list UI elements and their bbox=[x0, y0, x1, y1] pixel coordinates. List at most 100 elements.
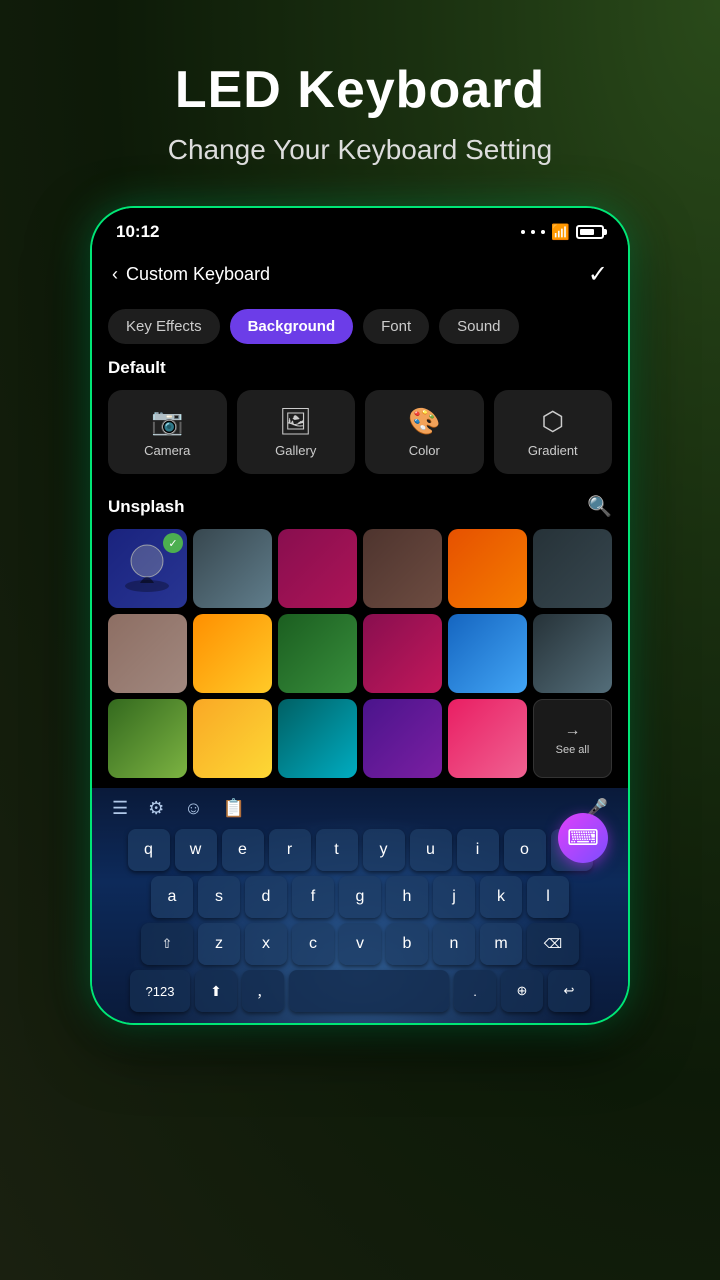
image-cell-15[interactable] bbox=[278, 699, 357, 778]
emoji-icon[interactable]: ☺ bbox=[184, 798, 202, 819]
key-r[interactable]: r bbox=[269, 829, 311, 871]
key-n[interactable]: n bbox=[433, 923, 475, 965]
image-11 bbox=[448, 614, 527, 693]
key-z[interactable]: z bbox=[198, 923, 240, 965]
key-delete[interactable]: ⌫ bbox=[527, 923, 579, 965]
fab-icon: ⌨ bbox=[567, 825, 599, 851]
image-cell-7[interactable] bbox=[108, 614, 187, 693]
key-space[interactable] bbox=[289, 970, 449, 1012]
key-d[interactable]: d bbox=[245, 876, 287, 918]
back-button[interactable]: ‹ Custom Keyboard bbox=[112, 264, 270, 285]
tab-font[interactable]: Font bbox=[363, 309, 429, 344]
default-item-camera[interactable]: 📷 Camera bbox=[108, 390, 227, 474]
see-all-button[interactable]: → See all bbox=[533, 699, 612, 778]
key-u[interactable]: u bbox=[410, 829, 452, 871]
key-m[interactable]: m bbox=[480, 923, 522, 965]
key-numbers[interactable]: ?123 bbox=[130, 970, 190, 1012]
image-cell-17[interactable] bbox=[448, 699, 527, 778]
image-cell-12[interactable] bbox=[533, 614, 612, 693]
image-cell-13[interactable] bbox=[108, 699, 187, 778]
tab-key-effects[interactable]: Key Effects bbox=[108, 309, 220, 344]
image-14 bbox=[193, 699, 272, 778]
key-y[interactable]: y bbox=[363, 829, 405, 871]
unsplash-label: Unsplash bbox=[108, 497, 185, 517]
camera-label: Camera bbox=[144, 443, 190, 458]
color-label: Color bbox=[409, 443, 440, 458]
key-l[interactable]: l bbox=[527, 876, 569, 918]
image-2 bbox=[193, 529, 272, 608]
unsplash-header: Unsplash 🔍 bbox=[108, 494, 612, 519]
key-f[interactable]: f bbox=[292, 876, 334, 918]
key-o[interactable]: o bbox=[504, 829, 546, 871]
signal-dot-1 bbox=[521, 230, 525, 234]
image-cell-9[interactable] bbox=[278, 614, 357, 693]
keyboard-toolbar: ☰ ⚙ ☺ 📋 🎤 bbox=[92, 788, 628, 825]
image-cell-14[interactable] bbox=[193, 699, 272, 778]
default-item-gallery[interactable]: 🖼 Gallery bbox=[237, 390, 356, 474]
signal-dot-2 bbox=[531, 230, 535, 234]
key-e[interactable]: e bbox=[222, 829, 264, 871]
key-b[interactable]: b bbox=[386, 923, 428, 965]
key-g[interactable]: g bbox=[339, 876, 381, 918]
image-cell-3[interactable] bbox=[278, 529, 357, 608]
tab-background[interactable]: Background bbox=[230, 309, 354, 344]
image-6 bbox=[533, 529, 612, 608]
key-c[interactable]: c bbox=[292, 923, 334, 965]
fab-button[interactable]: ⌨ bbox=[558, 813, 608, 863]
hamburger-icon[interactable]: ☰ bbox=[112, 798, 128, 819]
key-q[interactable]: q bbox=[128, 829, 170, 871]
key-row-3: ⇧ z x c v b n m ⌫ bbox=[102, 923, 618, 965]
battery-icon bbox=[576, 225, 604, 239]
phone-frame: 10:12 📶 ‹ Custom Keyboard ✓ Key Effects … bbox=[90, 206, 630, 1025]
image-grid: ✓ bbox=[108, 529, 612, 778]
settings-icon[interactable]: ⚙ bbox=[148, 798, 164, 819]
key-x[interactable]: x bbox=[245, 923, 287, 965]
default-section-label: Default bbox=[108, 358, 612, 378]
image-cell-11[interactable] bbox=[448, 614, 527, 693]
toolbar-icons: ☰ ⚙ ☺ 📋 bbox=[112, 798, 245, 819]
key-period[interactable]: . bbox=[454, 970, 496, 1012]
key-shift[interactable]: ⇧ bbox=[141, 923, 193, 965]
key-a[interactable]: a bbox=[151, 876, 193, 918]
image-7 bbox=[108, 614, 187, 693]
gallery-label: Gallery bbox=[275, 443, 316, 458]
search-button[interactable]: 🔍 bbox=[587, 494, 612, 519]
default-item-gradient[interactable]: ⬡ Gradient bbox=[494, 390, 613, 474]
key-k[interactable]: k bbox=[480, 876, 522, 918]
confirm-button[interactable]: ✓ bbox=[588, 260, 608, 289]
color-icon: 🎨 bbox=[408, 406, 440, 437]
image-12 bbox=[533, 614, 612, 693]
image-cell-16[interactable] bbox=[363, 699, 442, 778]
gallery-icon: 🖼 bbox=[279, 406, 312, 437]
content-area: Default 📷 Camera 🖼 Gallery 🎨 Color ⬡ Gra… bbox=[92, 358, 628, 788]
image-cell-4[interactable] bbox=[363, 529, 442, 608]
key-comma[interactable]: ， bbox=[242, 970, 284, 1012]
image-cell-5[interactable] bbox=[448, 529, 527, 608]
clipboard-icon[interactable]: 📋 bbox=[223, 798, 245, 819]
battery-fill bbox=[580, 229, 594, 235]
image-cell-10[interactable] bbox=[363, 614, 442, 693]
tab-row: Key Effects Background Font Sound bbox=[92, 299, 628, 358]
key-w[interactable]: w bbox=[175, 829, 217, 871]
key-v[interactable]: v bbox=[339, 923, 381, 965]
status-time: 10:12 bbox=[116, 222, 159, 242]
key-enter[interactable]: ↩ bbox=[548, 970, 590, 1012]
key-i[interactable]: i bbox=[457, 829, 499, 871]
image-cell-8[interactable] bbox=[193, 614, 272, 693]
key-s[interactable]: s bbox=[198, 876, 240, 918]
keyboard-area: ⌨ ☰ ⚙ ☺ 📋 🎤 q w e r t y u i bbox=[92, 788, 628, 1023]
key-share[interactable]: ⬆ bbox=[195, 970, 237, 1012]
see-all-arrow: → bbox=[565, 722, 581, 740]
image-cell-1[interactable]: ✓ bbox=[108, 529, 187, 608]
image-cell-6[interactable] bbox=[533, 529, 612, 608]
image-cell-2[interactable] bbox=[193, 529, 272, 608]
status-bar: 10:12 📶 bbox=[92, 208, 628, 250]
default-item-color[interactable]: 🎨 Color bbox=[365, 390, 484, 474]
key-t[interactable]: t bbox=[316, 829, 358, 871]
tab-sound[interactable]: Sound bbox=[439, 309, 518, 344]
key-j[interactable]: j bbox=[433, 876, 475, 918]
default-grid: 📷 Camera 🖼 Gallery 🎨 Color ⬡ Gradient bbox=[108, 390, 612, 474]
key-globe[interactable]: ⊕ bbox=[501, 970, 543, 1012]
key-h[interactable]: h bbox=[386, 876, 428, 918]
top-nav: ‹ Custom Keyboard ✓ bbox=[92, 250, 628, 299]
